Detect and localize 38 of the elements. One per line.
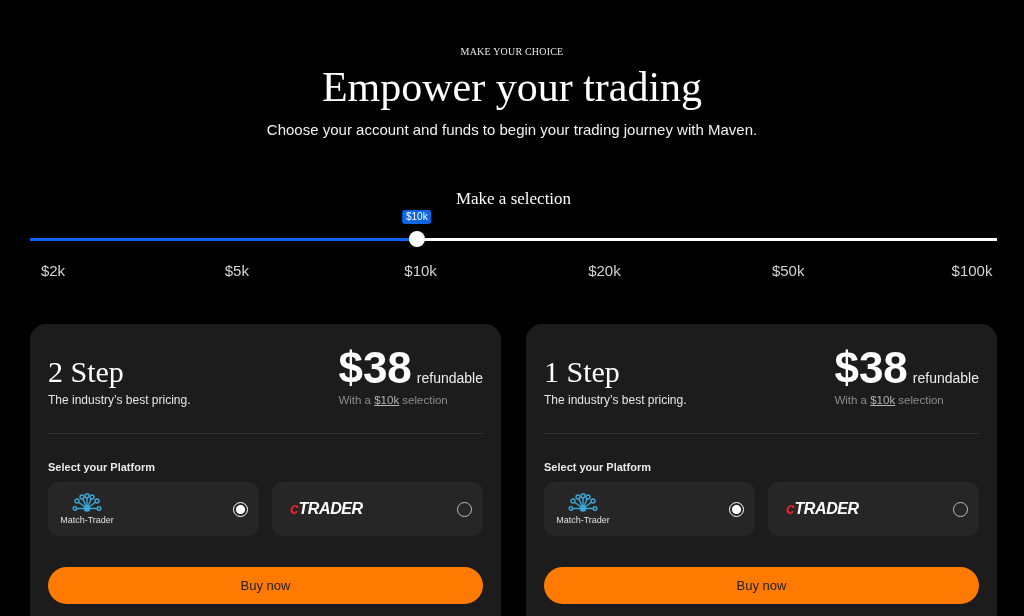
page-title: Empower your trading	[321, 63, 703, 112]
slider-thumb[interactable]	[408, 231, 425, 247]
platform-name: Match-Trader	[60, 514, 114, 526]
platform-option[interactable]: Match-Trader	[48, 482, 259, 536]
plan-name: 2 Step	[48, 356, 124, 388]
tick-label: $10k	[404, 262, 437, 280]
plan-tagline: The industry’s best pricing.	[48, 393, 191, 407]
tick-label: $50k	[771, 262, 805, 280]
tick-label: $20k	[588, 262, 621, 280]
network-logo-icon	[72, 492, 102, 513]
platform-heading: Select your Platform	[48, 460, 155, 474]
platform-name: Match-Trader	[556, 514, 610, 526]
tick-label: $100k	[951, 262, 993, 280]
price-note: refundable	[416, 369, 483, 387]
buy-button[interactable]: Buy now	[544, 567, 979, 604]
plan-tagline: The industry’s best pricing.	[544, 393, 687, 407]
value-bubble: $10k	[401, 210, 432, 224]
price-note: refundable	[912, 369, 979, 387]
network-logo-icon	[568, 492, 598, 513]
eyebrow-label: MAKE YOUR CHOICE	[460, 45, 564, 59]
platform-name: cTRADER	[786, 500, 859, 518]
platform-name: cTRADER	[290, 500, 363, 518]
selection-note: With a $10k selection	[834, 393, 944, 407]
plan-price: $38	[834, 346, 908, 390]
platform-option[interactable]: cTRADER	[768, 482, 979, 536]
selection-link[interactable]: $10k	[374, 394, 400, 406]
selection-link[interactable]: $10k	[870, 394, 896, 406]
platform-option[interactable]: cTRADER	[272, 482, 483, 536]
page-subtitle: Choose your account and funds to begin your trading journey with Maven.	[266, 120, 758, 140]
platform-option[interactable]: Match-Trader	[544, 482, 755, 536]
tick-label: $5k	[224, 262, 249, 280]
plan-price: $38	[338, 346, 412, 390]
platform-heading: Select your Platform	[544, 460, 651, 474]
buy-button[interactable]: Buy now	[48, 567, 483, 604]
plan-name: 1 Step	[544, 356, 620, 388]
section-heading: Make a selection	[455, 188, 572, 210]
selection-note: With a $10k selection	[338, 393, 448, 407]
tick-label: $2k	[40, 262, 66, 280]
